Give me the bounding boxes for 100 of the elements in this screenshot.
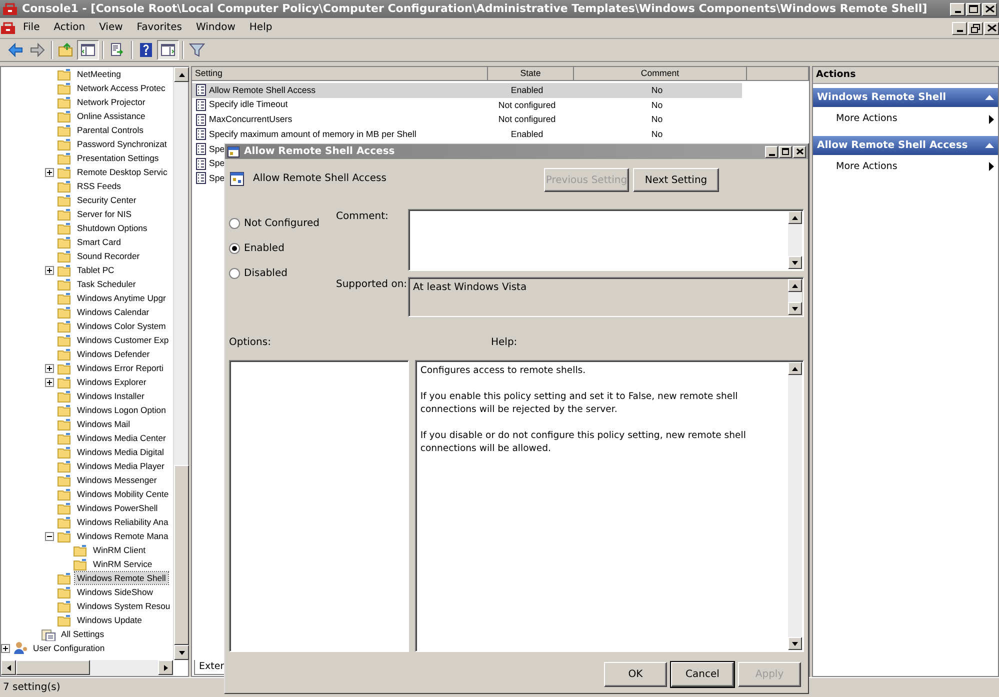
dialog-button[interactable]: Cancel: [671, 662, 734, 687]
tree-item[interactable]: Sound Recorder: [75, 250, 142, 262]
tree-item[interactable]: Windows SideShow: [75, 586, 155, 598]
vertical-scrollbar[interactable]: [788, 362, 802, 650]
tree-item[interactable]: Windows Media Digital: [75, 446, 166, 458]
radio-button[interactable]: [229, 268, 240, 279]
setting-name[interactable]: Spe: [209, 142, 225, 156]
tree-item[interactable]: Windows Explorer: [75, 376, 148, 388]
tree-item[interactable]: Shutdown Options: [75, 222, 150, 234]
minimize-button[interactable]: [952, 22, 967, 34]
action-section-header[interactable]: Allow Remote Shell Access: [813, 136, 998, 154]
tree-item[interactable]: Windows Logon Option: [75, 404, 168, 416]
setting-name[interactable]: MaxConcurrentUsers: [209, 113, 292, 126]
tree-item[interactable]: Windows Customer Exp: [75, 334, 171, 346]
close-button[interactable]: [984, 22, 999, 34]
tree-item[interactable]: Windows Defender: [75, 348, 152, 360]
tree-item[interactable]: Windows Media Player: [75, 460, 166, 472]
collapse-icon[interactable]: [985, 94, 994, 102]
tree-item[interactable]: Password Synchronizat: [75, 138, 169, 150]
tree-item[interactable]: Smart Card: [75, 236, 123, 248]
tree-item[interactable]: Windows System Resou: [75, 600, 172, 612]
tree-item[interactable]: Task Scheduler: [75, 278, 138, 290]
column-header[interactable]: [747, 67, 809, 81]
tree-item[interactable]: Parental Controls: [75, 124, 146, 136]
system-menu-icon[interactable]: [0, 21, 16, 35]
tree-item[interactable]: Tablet PC: [75, 264, 116, 276]
toolbar-button[interactable]: [77, 40, 99, 60]
tree-item[interactable]: Windows Reliability Ana: [75, 516, 170, 528]
tree-item[interactable]: All Settings: [59, 628, 106, 640]
dialog-button[interactable]: OK: [604, 662, 667, 687]
action-item[interactable]: More Actions: [813, 154, 998, 179]
scroll-down-button[interactable]: [174, 645, 189, 660]
tree-item[interactable]: Windows Installer: [75, 390, 146, 402]
scroll-up-button[interactable]: [788, 279, 802, 292]
radio-option[interactable]: Not Configured: [229, 216, 336, 231]
horizontal-scrollbar[interactable]: [1, 660, 173, 676]
column-header[interactable]: State: [488, 67, 574, 81]
column-header[interactable]: Comment: [574, 67, 747, 81]
scroll-down-button[interactable]: [788, 256, 802, 269]
tree-item[interactable]: Windows Mobility Cente: [75, 488, 171, 500]
vertical-scrollbar[interactable]: [173, 67, 188, 660]
scroll-thumb[interactable]: [174, 465, 189, 645]
toolbar-button[interactable]: [157, 40, 179, 60]
tree-item[interactable]: User Configuration: [31, 642, 107, 654]
setting-name[interactable]: Spe: [209, 157, 225, 170]
tree-item[interactable]: WinRM Client: [91, 544, 148, 556]
tree-item[interactable]: Security Center: [75, 194, 138, 206]
tree-item[interactable]: Windows Error Reporti: [75, 362, 166, 374]
tree-item[interactable]: Network Projector: [75, 96, 148, 108]
minimize-button[interactable]: [765, 146, 778, 158]
scroll-left-button[interactable]: [1, 660, 16, 675]
tree-item[interactable]: Windows Color System: [75, 320, 168, 332]
tree-item[interactable]: Windows Anytime Upgr: [75, 292, 168, 304]
action-item[interactable]: More Actions: [813, 107, 998, 132]
menu-item[interactable]: View: [92, 18, 130, 38]
scroll-right-button[interactable]: [158, 660, 173, 675]
menu-item[interactable]: File: [16, 18, 47, 38]
tree-item[interactable]: Windows Messenger: [75, 474, 159, 486]
menu-item[interactable]: Action: [46, 18, 92, 38]
tree-item[interactable]: Windows Remote Shell: [75, 572, 168, 584]
tree-item[interactable]: NetMeeting: [75, 68, 123, 80]
column-header[interactable]: Setting: [192, 67, 488, 81]
menu-item[interactable]: Favorites: [130, 18, 189, 38]
setting-name[interactable]: Specify maximum amount of memory in MB per Shell: [209, 128, 416, 141]
nav-button[interactable]: Next Setting: [633, 168, 719, 192]
scroll-up-button[interactable]: [174, 67, 189, 82]
radio-option[interactable]: Disabled: [229, 266, 336, 281]
tree-item[interactable]: Windows Update: [75, 614, 144, 626]
tree-item[interactable]: Presentation Settings: [75, 152, 161, 164]
close-button[interactable]: [982, 2, 997, 16]
radio-option[interactable]: Enabled: [229, 241, 336, 256]
menu-item[interactable]: Help: [242, 18, 280, 38]
scroll-up-button[interactable]: [788, 211, 802, 224]
tree-item[interactable]: Windows Remote Mana: [75, 530, 170, 542]
tree-item[interactable]: Online Assistance: [75, 110, 148, 122]
scroll-down-button[interactable]: [788, 637, 802, 650]
restore-button[interactable]: [968, 22, 983, 34]
tree-item[interactable]: Windows PowerShell: [75, 502, 160, 514]
radio-button[interactable]: [229, 243, 240, 254]
action-section-header[interactable]: Windows Remote Shell: [813, 88, 998, 108]
tree-item[interactable]: Windows Media Center: [75, 432, 168, 444]
menu-item[interactable]: Window: [188, 18, 242, 38]
comment-field[interactable]: [408, 209, 804, 271]
scroll-down-button[interactable]: [788, 302, 802, 315]
minimize-button[interactable]: [950, 2, 965, 16]
setting-name[interactable]: Specify idle Timeout: [209, 98, 288, 112]
tree-item[interactable]: Server for NIS: [75, 208, 134, 220]
tree-item[interactable]: RSS Feeds: [75, 180, 123, 192]
close-button[interactable]: [793, 146, 806, 158]
radio-button[interactable]: [229, 218, 240, 229]
tree-item[interactable]: Windows Mail: [75, 418, 132, 430]
setting-name[interactable]: Spe: [209, 172, 225, 186]
tree-item[interactable]: Windows Calendar: [75, 306, 152, 318]
maximize-button[interactable]: [779, 146, 792, 158]
tree-item[interactable]: WinRM Service: [91, 558, 154, 570]
scroll-thumb[interactable]: [16, 660, 90, 675]
tree-item[interactable]: Network Access Protec: [75, 82, 168, 94]
tree-item[interactable]: Remote Desktop Servic: [75, 166, 170, 178]
maximize-button[interactable]: [966, 2, 981, 16]
scroll-up-button[interactable]: [788, 362, 802, 375]
